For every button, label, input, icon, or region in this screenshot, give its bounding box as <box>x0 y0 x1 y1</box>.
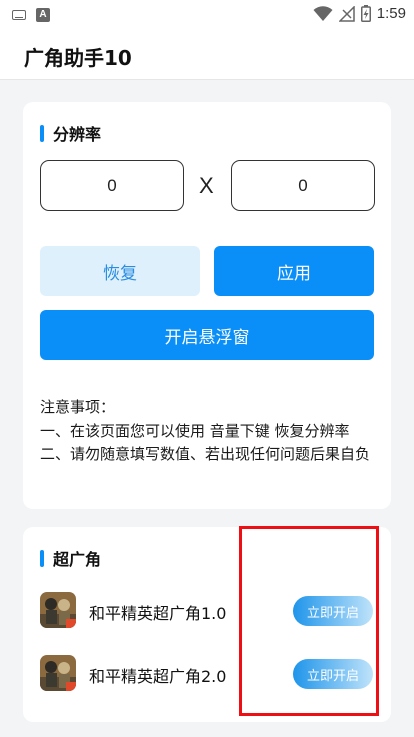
width-input[interactable] <box>40 160 184 211</box>
keyboard-icon <box>12 10 26 20</box>
game-name: 和平精英超广角1.0 <box>89 604 227 623</box>
app-bar: 广角助手10 <box>0 30 414 80</box>
apply-button[interactable]: 应用 <box>214 246 374 296</box>
restore-button[interactable]: 恢复 <box>40 246 200 296</box>
height-input[interactable] <box>231 160 375 211</box>
status-bar: A 1:59 <box>0 0 414 30</box>
highlight-annotation-box <box>239 526 379 716</box>
super-wide-title: 超广角 <box>53 550 102 569</box>
open-floating-window-button[interactable]: 开启悬浮窗 <box>40 310 374 360</box>
resolution-separator: X <box>199 173 214 198</box>
super-wide-header: 超广角 <box>40 546 101 570</box>
resolution-card: 分辨率 X 恢复 应用 开启悬浮窗 注意事项： 一、在该页面您可以使用 音量下键… <box>23 102 391 509</box>
status-time: 1:59 <box>376 5 406 22</box>
section-accent-bar <box>40 124 44 142</box>
game-name: 和平精英超广角2.0 <box>89 667 227 686</box>
resolution-header: 分辨率 <box>40 121 101 145</box>
game-icon <box>40 592 76 628</box>
notes-line: 一、在该页面您可以使用 音量下键 恢复分辨率 <box>40 421 350 440</box>
resolution-title: 分辨率 <box>53 125 102 144</box>
section-accent-bar <box>40 549 44 567</box>
wifi-icon <box>313 5 333 21</box>
signal-icon <box>338 5 355 22</box>
status-right-icons: 1:59 <box>313 5 406 22</box>
notes: 注意事项： 一、在该页面您可以使用 音量下键 恢复分辨率 二、请勿随意填写数值、… <box>40 396 380 467</box>
notes-heading: 注意事项： <box>40 398 116 416</box>
a-icon: A <box>36 8 50 22</box>
battery-charging-icon <box>360 5 371 22</box>
game-icon <box>40 655 76 691</box>
status-left-icons: A <box>12 8 50 22</box>
app-title: 广角助手10 <box>24 46 132 70</box>
notes-line: 二、请勿随意填写数值、若出现任何问题后果自负 <box>40 445 371 463</box>
